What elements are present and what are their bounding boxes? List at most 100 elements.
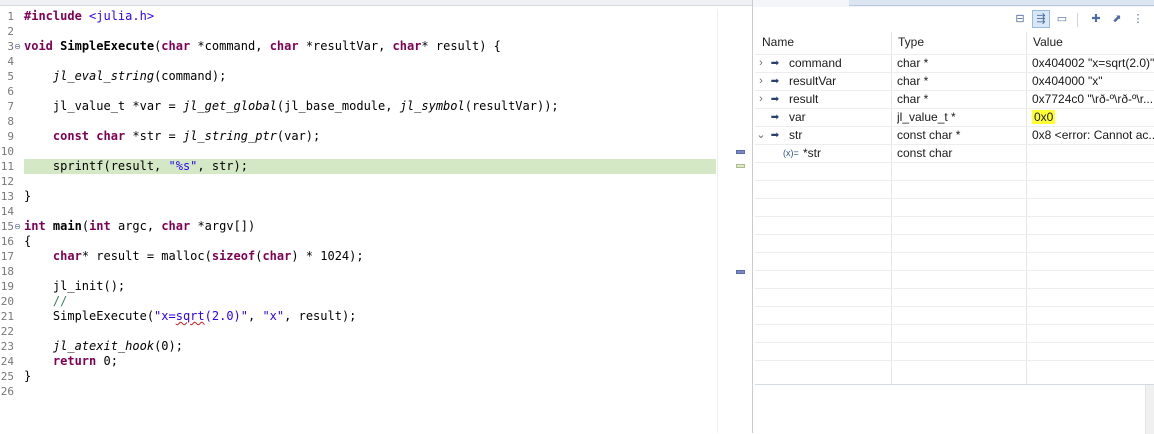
- line-number: 9: [7, 130, 14, 143]
- variable-row[interactable]: › ➡ resultVar char * 0x404000 "x": [755, 72, 1154, 90]
- code-line[interactable]: [24, 174, 716, 189]
- code-line[interactable]: jl_value_t *var = jl_get_global(jl_base_…: [24, 99, 716, 114]
- variable-value[interactable]: 0x0: [1032, 109, 1154, 126]
- code-token: int: [89, 219, 111, 233]
- line-number: 1: [7, 10, 14, 23]
- code-token: sprintf(result,: [24, 159, 169, 173]
- variable-row[interactable]: › ➡ result char * 0x7724c0 "\rð-º\rð-º\r...: [755, 90, 1154, 108]
- column-header-value[interactable]: Value: [1026, 32, 1154, 53]
- code-line[interactable]: [24, 84, 716, 99]
- code-line[interactable]: [24, 264, 716, 279]
- code-line[interactable]: [24, 384, 716, 399]
- variable-value[interactable]: 0x7724c0 "\rð-º\rð-º\r...: [1032, 91, 1154, 108]
- variable-row[interactable]: (x)= *str const char: [755, 144, 1154, 162]
- code-token: char: [269, 39, 299, 53]
- code-line[interactable]: jl_atexit_hook(0);: [24, 339, 716, 354]
- code-line[interactable]: void SimpleExecute(char *command, char *…: [24, 39, 716, 54]
- line-number: 15: [0, 220, 14, 233]
- code-line[interactable]: //: [24, 294, 716, 309]
- line-number: 10: [0, 145, 14, 158]
- new-expression-icon[interactable]: ✚: [1087, 10, 1105, 28]
- code-line[interactable]: #include <julia.h>: [24, 9, 716, 24]
- empty-row: [755, 162, 1154, 180]
- occurrence-marker[interactable]: [736, 270, 745, 274]
- code-token: char: [52, 249, 82, 263]
- variable-value[interactable]: 0x8 <error: Cannot ac...: [1032, 127, 1154, 144]
- code-line[interactable]: return 0;: [24, 354, 716, 369]
- variable-name: *str: [803, 146, 821, 160]
- toolbar-separator: [1077, 13, 1078, 27]
- collapse-arrow-icon[interactable]: ⌄: [755, 127, 767, 144]
- occurrence-marker[interactable]: [736, 150, 745, 154]
- code-line[interactable]: [24, 54, 716, 69]
- variable-row[interactable]: › ➡ command char * 0x404002 "x=sqrt(2.0)": [755, 54, 1154, 72]
- code-line[interactable]: [24, 144, 716, 159]
- code-line[interactable]: int main(int argc, char *argv[]): [24, 219, 716, 234]
- code-token: (jl_base_module,: [276, 99, 400, 113]
- line-number: 20: [0, 295, 14, 308]
- line-number: 19: [0, 280, 14, 293]
- code-line[interactable]: }: [24, 189, 716, 204]
- code-line[interactable]: [24, 24, 716, 39]
- variable-row[interactable]: ➡ var jl_value_t * 0x0: [755, 108, 1154, 126]
- code-token: *resultVar,: [298, 39, 393, 53]
- line-number: 13: [0, 190, 14, 203]
- code-line[interactable]: jl_init();: [24, 279, 716, 294]
- code-line[interactable]: [24, 324, 716, 339]
- variable-row[interactable]: ⌄ ➡ str const char * 0x8 <error: Cannot ac..…: [755, 126, 1154, 144]
- code-line[interactable]: [24, 204, 716, 219]
- overview-ruler: [717, 9, 752, 433]
- export-icon[interactable]: ⬈: [1108, 10, 1126, 28]
- current-line-marker[interactable]: [736, 164, 745, 168]
- expand-arrow-icon[interactable]: ›: [755, 55, 767, 72]
- current-code-line[interactable]: sprintf(result, "%s", str);: [24, 159, 716, 174]
- code-line[interactable]: jl_eval_string(command);: [24, 69, 716, 84]
- code-token: *argv[]): [190, 219, 256, 233]
- empty-row: [755, 234, 1154, 252]
- collapse-all-icon[interactable]: ⊟: [1011, 10, 1029, 28]
- code-line[interactable]: SimpleExecute("x=sqrt(2.0)", "x", result…: [24, 309, 716, 324]
- code-line[interactable]: const char *str = jl_string_ptr(var);: [24, 129, 716, 144]
- code-editor[interactable]: 1 2 3 ⊖ 4 5 6 7 8 9 10 11 12 13 14 15 ⊖ 16 17 18 19 20 21 22 23 2…: [0, 0, 752, 433]
- variable-name: resultVar: [789, 74, 837, 88]
- code-line[interactable]: }: [24, 369, 716, 384]
- code-token: char: [161, 39, 191, 53]
- active-view-tab[interactable]: [849, 0, 1154, 6]
- expand-arrow-icon[interactable]: ›: [755, 73, 767, 90]
- fold-toggle-icon[interactable]: ⊖: [13, 39, 22, 54]
- code-token: //: [52, 294, 68, 308]
- variable-value[interactable]: [1032, 145, 1154, 162]
- code-token: jl_atexit_hook: [52, 339, 155, 353]
- code-token: (: [81, 219, 90, 233]
- code-line[interactable]: char* result = malloc(sizeof(char) * 102…: [24, 249, 716, 264]
- show-type-names-icon[interactable]: ⇶: [1032, 10, 1050, 28]
- column-header-type[interactable]: Type: [891, 32, 1025, 53]
- variable-value[interactable]: 0x404000 "x": [1032, 73, 1154, 90]
- view-menu-icon[interactable]: ⋮: [1129, 10, 1147, 28]
- variable-type: jl_value_t *: [897, 110, 956, 124]
- column-header-name[interactable]: Name: [755, 32, 891, 53]
- code-token: }: [24, 369, 32, 383]
- variables-view: ⊟ ⇶ ▭ ✚ ⬈ ⋮ Name Type Value › ➡ command cha…: [752, 0, 1154, 434]
- details-scrollbar[interactable]: [1145, 385, 1154, 434]
- variable-name: result: [789, 92, 819, 106]
- expand-arrow-icon[interactable]: ›: [755, 91, 767, 108]
- fold-toggle-icon[interactable]: ⊖: [13, 219, 22, 234]
- line-number: 24: [0, 355, 14, 368]
- empty-row: [755, 270, 1154, 288]
- variable-value[interactable]: 0x404002 "x=sqrt(2.0)": [1032, 55, 1154, 72]
- code-line[interactable]: {: [24, 234, 716, 249]
- code-token: const: [52, 129, 90, 143]
- variable-type: char *: [897, 92, 929, 106]
- layout-icon[interactable]: ▭: [1053, 10, 1071, 28]
- code-token: argc,: [110, 219, 162, 233]
- code-line[interactable]: [24, 114, 716, 129]
- code-token: jl_init();: [24, 279, 126, 293]
- details-pane[interactable]: [755, 384, 1154, 434]
